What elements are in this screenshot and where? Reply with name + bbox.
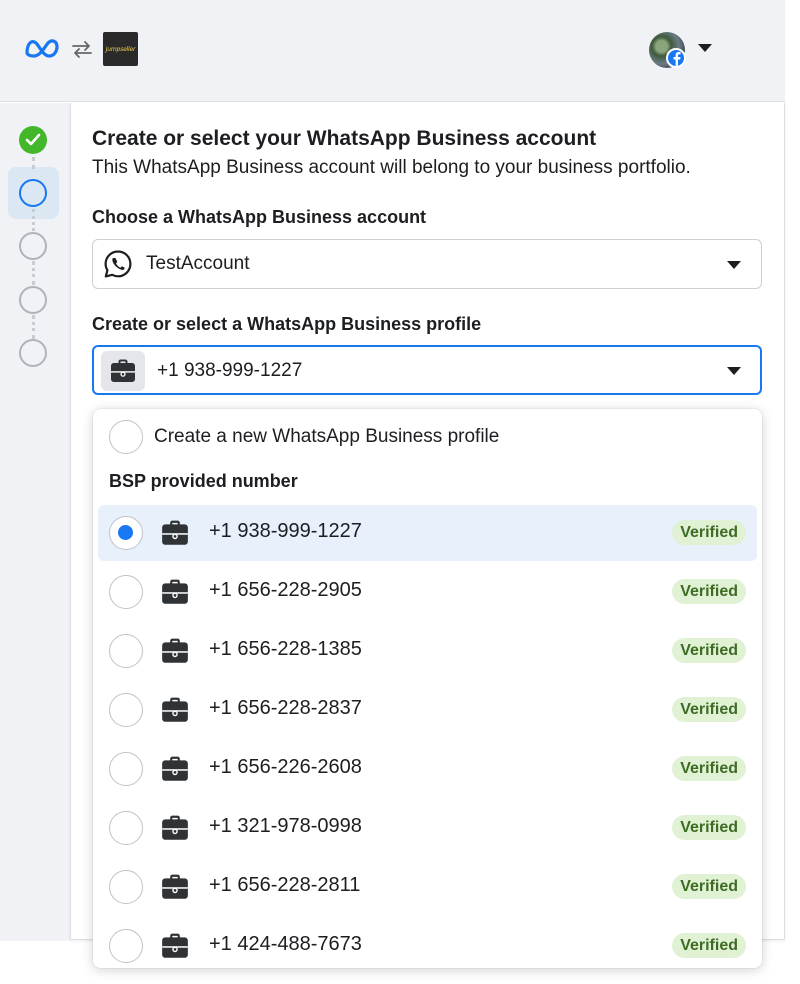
briefcase-icon [160, 695, 190, 725]
number-radio[interactable] [109, 693, 143, 727]
verified-badge: Verified [672, 697, 746, 722]
number-option[interactable]: +1 938-999-1227 Verified [98, 505, 757, 561]
create-profile-option[interactable]: Create a new WhatsApp Business profile [93, 409, 762, 465]
number-radio[interactable] [109, 634, 143, 668]
top-bar: Jumpseller [0, 0, 785, 102]
verified-badge: Verified [672, 579, 746, 604]
profile-select[interactable]: +1 938-999-1227 [92, 345, 762, 395]
step-complete-icon [19, 126, 47, 154]
create-profile-radio[interactable] [109, 420, 143, 454]
number-option[interactable]: +1 656-228-1385 Verified [98, 623, 757, 679]
verified-badge: Verified [672, 756, 746, 781]
briefcase-icon [160, 754, 190, 784]
number-radio[interactable] [109, 516, 143, 550]
number-radio[interactable] [109, 575, 143, 609]
profile-select-label: Create or select a WhatsApp Business pro… [92, 314, 482, 334]
number-radio[interactable] [109, 811, 143, 845]
number-option[interactable]: +1 656-228-2905 Verified [98, 564, 757, 620]
phone-number: +1 424-488-7673 [209, 933, 362, 955]
sync-icon [72, 41, 92, 58]
phone-number: +1 656-228-2905 [209, 579, 362, 601]
step-pending [19, 286, 47, 314]
phone-number: +1 656-228-2837 [209, 697, 362, 719]
business-logo-text: Jumpseller [105, 45, 136, 53]
briefcase-icon [160, 813, 190, 843]
number-option[interactable]: +1 424-488-7673 Verified [98, 918, 757, 968]
section-title: BSP provided number [109, 471, 298, 491]
whatsapp-icon [104, 250, 132, 278]
verified-badge: Verified [672, 874, 746, 899]
briefcase-icon [160, 636, 190, 666]
account-select-value: TestAccount [146, 253, 250, 274]
phone-number: +1 656-228-1385 [209, 638, 362, 660]
number-option[interactable]: +1 656-226-2608 Verified [98, 741, 757, 797]
chevron-down-icon [727, 261, 741, 269]
verified-badge: Verified [672, 815, 746, 840]
step-current [19, 179, 47, 207]
account-select[interactable]: TestAccount [92, 239, 762, 289]
phone-number: +1 656-228-2811 [209, 874, 361, 896]
briefcase-icon [160, 577, 190, 607]
chevron-down-icon[interactable] [698, 44, 712, 52]
number-radio[interactable] [109, 929, 143, 963]
briefcase-icon [160, 518, 190, 548]
briefcase-icon [160, 872, 190, 902]
verified-badge: Verified [672, 638, 746, 663]
step-pending [19, 339, 47, 367]
step-connector [32, 261, 35, 285]
profile-dropdown: Create a new WhatsApp Business profile B… [93, 409, 762, 968]
verified-badge: Verified [672, 933, 746, 958]
number-option[interactable]: +1 321-978-0998 Verified [98, 800, 757, 856]
profile-select-value: +1 938-999-1227 [157, 360, 303, 381]
phone-number: +1 656-226-2608 [209, 756, 362, 778]
page-subtitle: This WhatsApp Business account will belo… [92, 157, 691, 178]
stepper-sidebar [0, 103, 70, 941]
phone-number: +1 321-978-0998 [209, 815, 362, 837]
verified-badge: Verified [672, 520, 746, 545]
briefcase-icon [160, 931, 190, 961]
step-connector [32, 315, 35, 339]
step-connector [32, 157, 35, 169]
create-profile-label: Create a new WhatsApp Business profile [154, 426, 500, 447]
number-option[interactable]: +1 656-228-2837 Verified [98, 682, 757, 738]
phone-number: +1 938-999-1227 [209, 520, 362, 542]
page-title: Create or select your WhatsApp Business … [92, 127, 597, 150]
business-logo[interactable]: Jumpseller [103, 32, 138, 66]
step-connector [32, 209, 35, 231]
step-pending [19, 232, 47, 260]
chevron-down-icon [727, 367, 741, 375]
number-option[interactable]: +1 656-228-2811 Verified [98, 859, 757, 915]
number-radio[interactable] [109, 752, 143, 786]
briefcase-icon [101, 351, 145, 391]
number-radio[interactable] [109, 870, 143, 904]
account-select-label: Choose a WhatsApp Business account [92, 207, 427, 227]
facebook-badge-icon [666, 48, 686, 68]
meta-logo-icon [25, 39, 59, 58]
